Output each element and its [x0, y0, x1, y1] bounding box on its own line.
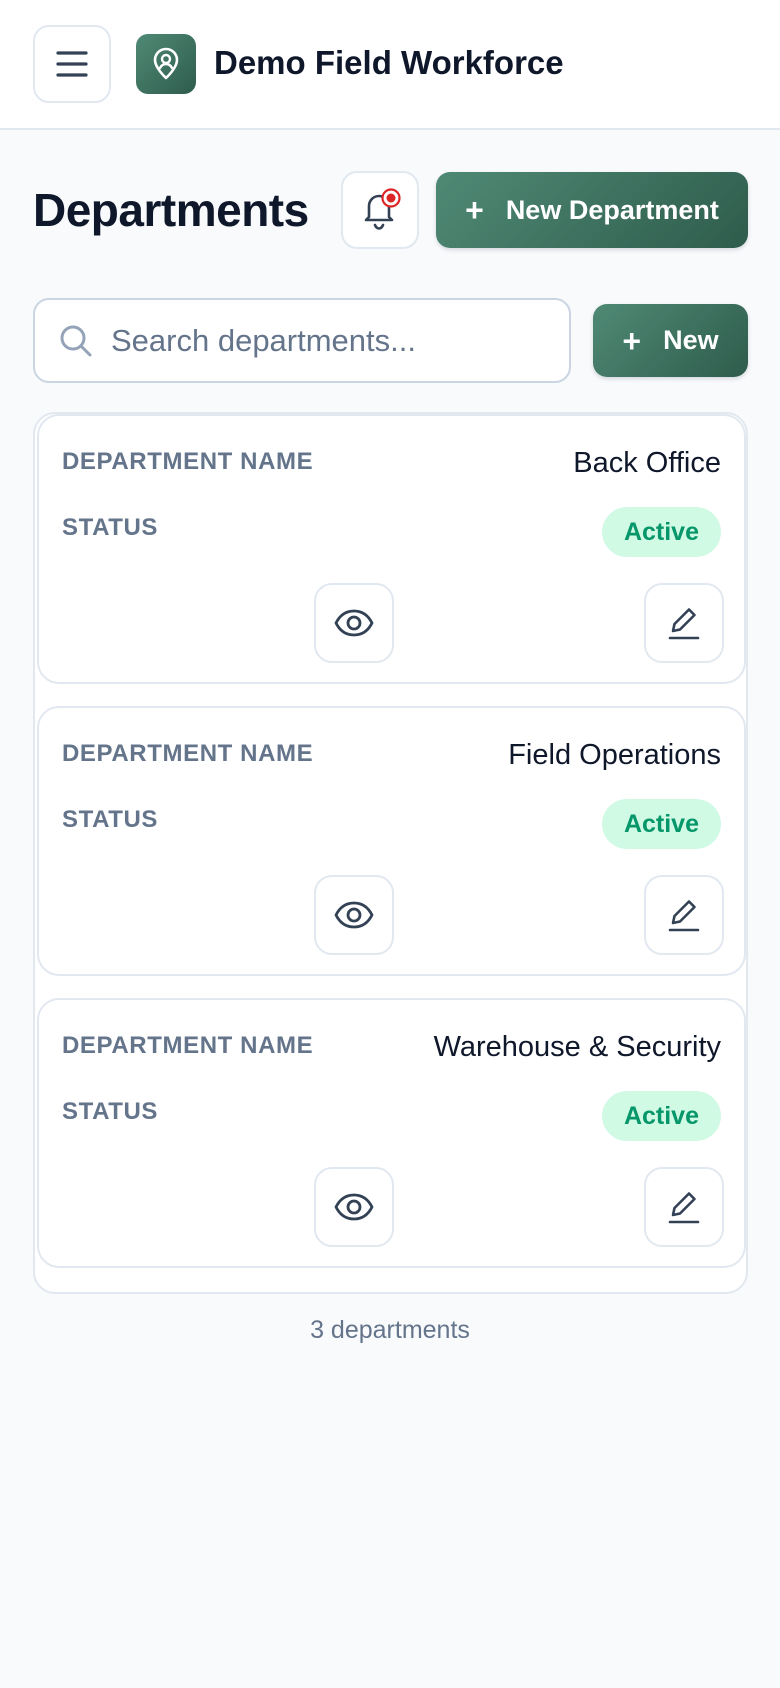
search-input[interactable] [111, 318, 551, 364]
edit-button[interactable] [644, 1167, 724, 1247]
department-card: DEPARTMENT NAME Back Office STATUS Activ… [37, 414, 746, 684]
search-icon [60, 325, 92, 357]
department-list: DEPARTMENT NAME Back Office STATUS Activ… [33, 412, 748, 1294]
eye-icon [334, 901, 374, 929]
pencil-icon [668, 900, 700, 932]
notification-dot [386, 193, 396, 203]
view-button[interactable] [314, 583, 394, 663]
app-title: Demo Field Workforce [214, 44, 564, 81]
hamburger-menu-icon [56, 51, 88, 77]
notifications-button[interactable] [341, 171, 419, 249]
pencil-icon [668, 1192, 700, 1224]
status-label: STATUS [62, 1098, 159, 1125]
edit-button[interactable] [644, 875, 724, 955]
department-name: Back Office [573, 447, 721, 479]
department-name: Warehouse & Security [433, 1031, 721, 1063]
plus-icon: + [465, 192, 484, 228]
department-card: DEPARTMENT NAME Warehouse & Security STA… [37, 998, 746, 1268]
new-label: New [663, 325, 719, 355]
department-name-label: DEPARTMENT NAME [62, 1032, 314, 1059]
department-name: Field Operations [508, 739, 721, 771]
department-name-label: DEPARTMENT NAME [62, 740, 314, 767]
page-title: Departments [33, 184, 309, 236]
status-label: STATUS [62, 514, 159, 541]
search-box[interactable] [33, 298, 571, 383]
status-badge: Active [601, 1091, 721, 1141]
department-count: 3 departments [310, 1316, 470, 1344]
eye-icon [334, 1193, 374, 1221]
new-department-button[interactable]: + New Department [436, 172, 748, 248]
app-logo[interactable] [136, 34, 196, 94]
status-badge: Active [601, 799, 721, 849]
new-department-label: New Department [505, 194, 719, 225]
department-name-label: DEPARTMENT NAME [62, 448, 314, 475]
bell-icon [364, 188, 401, 230]
top-bar: Demo Field Workforce [0, 0, 780, 130]
view-button[interactable] [314, 1167, 394, 1247]
view-button[interactable] [314, 875, 394, 955]
menu-button[interactable] [33, 25, 111, 103]
map-pin-user-icon [153, 47, 179, 80]
new-button[interactable]: + New [593, 304, 748, 377]
eye-icon [334, 609, 374, 637]
status-badge: Active [601, 507, 721, 557]
department-card: DEPARTMENT NAME Field Operations STATUS … [37, 706, 746, 976]
edit-button[interactable] [644, 583, 724, 663]
status-label: STATUS [62, 806, 159, 833]
plus-icon: + [622, 322, 642, 359]
pencil-icon [668, 608, 700, 640]
